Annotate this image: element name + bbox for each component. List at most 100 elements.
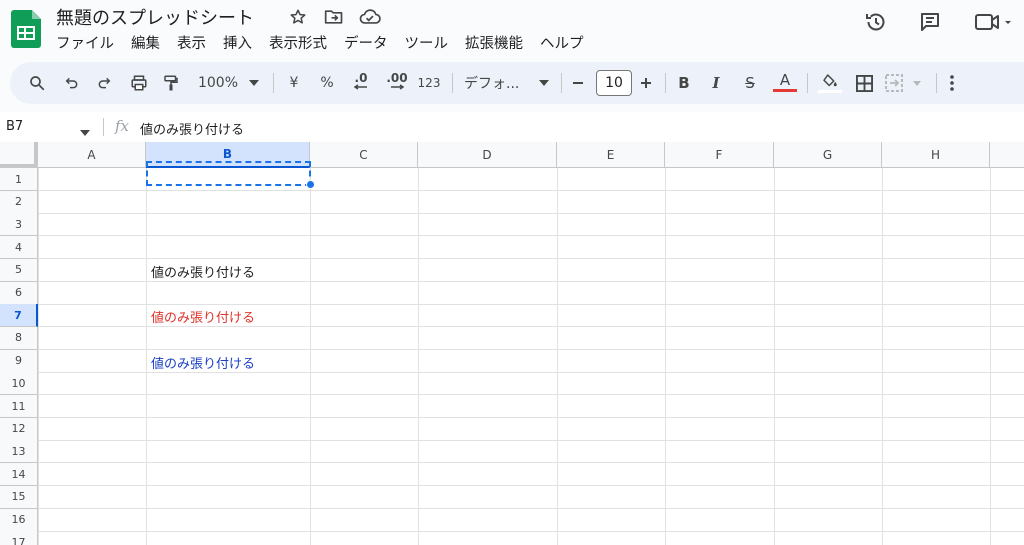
move-to-folder-icon[interactable] — [323, 6, 345, 28]
active-cell-selection[interactable] — [146, 161, 311, 186]
row-header-12[interactable]: 12 — [0, 417, 38, 441]
formula-input[interactable]: 値のみ張り付ける — [140, 119, 244, 138]
column-header-e[interactable]: E — [557, 142, 665, 168]
column-header-next[interactable] — [990, 142, 1024, 168]
more-options-icon[interactable] — [942, 62, 962, 104]
row-header-5[interactable]: 5 — [0, 258, 38, 282]
column-header-g[interactable]: G — [774, 142, 882, 168]
fill-color-button[interactable] — [816, 62, 844, 104]
borders-icon[interactable] — [852, 62, 876, 104]
select-all-corner[interactable] — [0, 142, 38, 168]
zoom-select[interactable]: 100% — [196, 62, 240, 104]
increase-decimal-button[interactable]: .00 — [382, 62, 412, 104]
bold-button[interactable]: B — [674, 62, 694, 104]
strikethrough-button[interactable]: S — [740, 62, 760, 104]
percent-button[interactable]: % — [316, 62, 338, 104]
row-header-7[interactable]: 7 — [0, 304, 38, 328]
version-history-icon[interactable] — [862, 8, 890, 36]
toolbar: 100% ¥ % .0 .00 123 デフォ... 10 B I S A — [10, 62, 1024, 104]
cell-b7[interactable]: 値のみ張り付ける — [151, 307, 255, 326]
row-header-1[interactable]: 1 — [0, 168, 38, 191]
menu-tools[interactable]: ツール — [405, 32, 457, 53]
row-header-11[interactable]: 11 — [0, 395, 38, 418]
decrease-decimal-button[interactable]: .0 — [348, 62, 374, 104]
print-icon[interactable] — [126, 62, 152, 104]
grid-row-line — [38, 417, 1024, 418]
row-header-10[interactable]: 10 — [0, 372, 38, 396]
decrease-decimal-label: .0 — [354, 71, 368, 85]
column-header-a[interactable]: A — [38, 142, 146, 168]
row-header-15[interactable]: 15 — [0, 485, 38, 509]
undo-icon[interactable] — [60, 62, 84, 104]
document-title[interactable]: 無題のスプレッドシート — [56, 4, 254, 30]
spreadsheet-grid[interactable]: A B C D E F G H 1 2 3 4 5 6 7 8 9 10 11 12 13 14 15 16 17 値のみ張り付け… — [0, 142, 1024, 545]
currency-button[interactable]: ¥ — [284, 62, 304, 104]
search-menus-icon[interactable] — [24, 62, 50, 104]
grid-row-line — [38, 371, 1024, 373]
grid-row-line — [38, 258, 1024, 260]
name-box-caret-icon[interactable] — [80, 121, 90, 140]
redo-icon[interactable] — [92, 62, 116, 104]
sheets-logo-icon[interactable] — [11, 10, 41, 48]
menu-bar: ファイル 編集 表示 挿入 表示形式 データ ツール 拡張機能 ヘルプ — [56, 32, 601, 53]
merge-cells-icon[interactable] — [884, 62, 926, 104]
grid-column-line — [774, 168, 775, 545]
grid-row-line — [38, 235, 1024, 237]
font-caret-icon[interactable] — [536, 62, 552, 104]
number-format-button[interactable]: 123 — [416, 62, 442, 104]
text-color-button[interactable]: A — [772, 62, 798, 104]
row-header-9[interactable]: 9 — [0, 349, 38, 373]
cell-b9[interactable]: 値のみ張り付ける — [151, 353, 255, 372]
row-header-2[interactable]: 2 — [0, 190, 38, 214]
menu-extensions[interactable]: 拡張機能 — [465, 32, 531, 53]
zoom-caret-icon[interactable] — [246, 62, 262, 104]
menu-format[interactable]: 表示形式 — [269, 32, 335, 53]
row-header-13[interactable]: 13 — [0, 440, 38, 464]
grid-column-line — [665, 168, 666, 545]
toolbar-divider — [273, 73, 274, 93]
row-header-16[interactable]: 16 — [0, 508, 38, 532]
menu-help[interactable]: ヘルプ — [540, 32, 592, 53]
comments-icon[interactable] — [916, 8, 944, 36]
increase-font-size-icon[interactable] — [636, 62, 656, 104]
meet-video-icon[interactable] — [972, 8, 1016, 36]
toolbar-divider — [936, 73, 937, 93]
row-header-14[interactable]: 14 — [0, 463, 38, 487]
decrease-font-size-icon[interactable] — [568, 62, 588, 104]
row-header-17[interactable]: 17 — [0, 531, 38, 545]
row-header-8[interactable]: 8 — [0, 326, 38, 350]
menu-file[interactable]: ファイル — [56, 32, 122, 53]
cell-b5[interactable]: 値のみ張り付ける — [151, 262, 255, 281]
font-size-input[interactable]: 10 — [596, 70, 632, 96]
grid-column-line — [38, 168, 39, 545]
toolbar-divider — [452, 73, 453, 93]
grid-column-line — [990, 168, 991, 545]
grid-row-line — [38, 530, 1024, 532]
menu-insert[interactable]: 挿入 — [223, 32, 260, 53]
cloud-saved-icon[interactable] — [359, 6, 381, 28]
grid-row-line — [38, 212, 1024, 214]
paint-format-icon[interactable] — [158, 62, 184, 104]
menu-data[interactable]: データ — [344, 32, 396, 53]
column-header-d[interactable]: D — [418, 142, 557, 168]
row-header-6[interactable]: 6 — [0, 281, 38, 305]
column-header-c[interactable]: C — [310, 142, 418, 168]
name-box[interactable]: B7 — [6, 119, 23, 134]
grid-row-line — [38, 507, 1024, 509]
column-header-h[interactable]: H — [882, 142, 990, 168]
star-icon[interactable] — [287, 6, 309, 28]
grid-row-line — [38, 485, 1024, 487]
grid-column-line — [557, 168, 558, 545]
increase-decimal-label: .00 — [386, 71, 408, 85]
row-header-3[interactable]: 3 — [0, 213, 38, 237]
font-family-select[interactable]: デフォ... — [464, 62, 534, 104]
title-bar: 無題のスプレッドシート ファイル 編集 表示 挿入 表示形式 データ ツール 拡… — [0, 0, 1024, 60]
arrow-right-icon — [391, 84, 404, 90]
row-header-4[interactable]: 4 — [0, 236, 38, 260]
grid-row-line — [38, 303, 1024, 305]
menu-view[interactable]: 表示 — [177, 32, 214, 53]
italic-button[interactable]: I — [706, 62, 726, 104]
menu-edit[interactable]: 編集 — [131, 32, 168, 53]
fill-handle[interactable] — [306, 180, 315, 189]
column-header-f[interactable]: F — [665, 142, 774, 168]
